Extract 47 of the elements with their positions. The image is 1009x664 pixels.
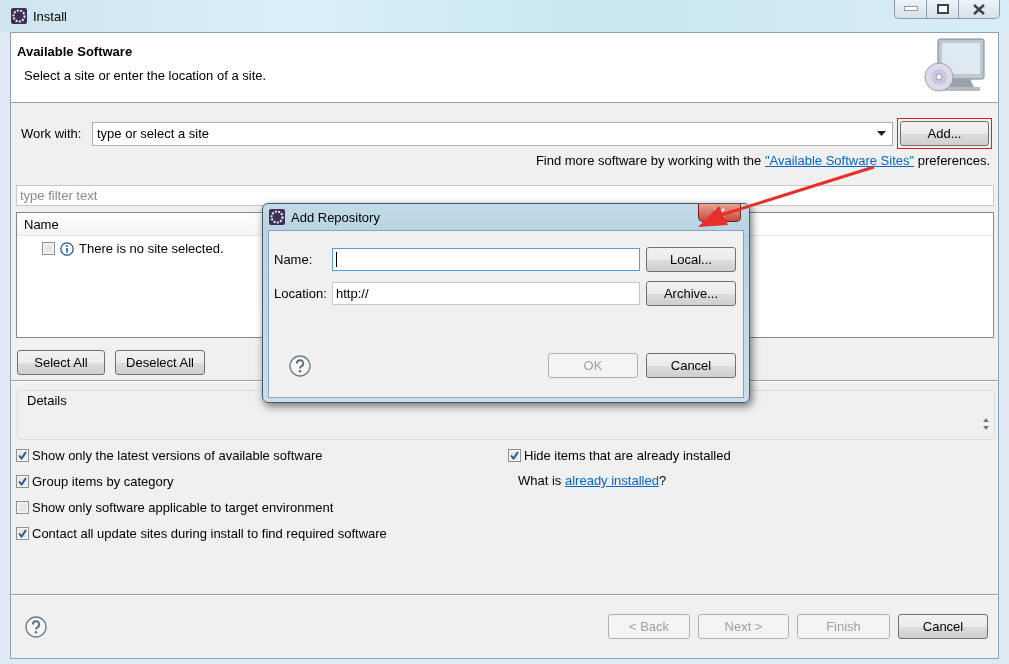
installed-note: What is already installed? — [517, 473, 668, 488]
maximize-button[interactable] — [926, 0, 958, 19]
option-label: Group items by category — [32, 473, 174, 489]
checkbox[interactable] — [508, 448, 521, 462]
site-combo[interactable]: type or select a site — [92, 121, 893, 146]
select-all-button[interactable]: Select All — [17, 350, 105, 375]
checkbox[interactable] — [16, 500, 29, 514]
work-with-label: Work with: — [21, 126, 83, 141]
checkbox[interactable] — [42, 242, 55, 255]
already-installed-link[interactable]: already installed — [564, 473, 659, 488]
help-icon[interactable] — [25, 615, 47, 638]
option-label: Hide items that are already installed — [524, 447, 731, 463]
text-field[interactable] — [332, 248, 640, 271]
details-title: Details — [25, 393, 69, 408]
more-software-text: Find more software by working with the "Available Software Sites" preferences. — [535, 153, 990, 168]
field-label: Location: — [274, 286, 328, 301]
text-field[interactable]: http:// — [332, 282, 640, 305]
minimize-icon — [903, 6, 918, 12]
add-button[interactable]: Add... — [900, 121, 989, 146]
window-title: Install — [33, 8, 67, 24]
dropdown-icon[interactable] — [877, 131, 886, 136]
field-label: Name: — [274, 252, 314, 267]
wizard-button[interactable]: Cancel — [898, 614, 988, 639]
page-title: Available Software — [17, 44, 134, 59]
close-button[interactable] — [958, 0, 1000, 19]
option-label: Contact all update sites during install to find required software — [32, 525, 387, 541]
filter-field[interactable]: type filter text — [16, 185, 994, 206]
browse-button[interactable]: Local... — [646, 247, 736, 272]
dialog-button[interactable]: Cancel — [646, 353, 736, 378]
browse-button[interactable]: Archive... — [646, 281, 736, 306]
checkbox[interactable] — [16, 474, 29, 488]
help-icon[interactable] — [289, 354, 311, 377]
maximize-icon — [936, 4, 949, 14]
option-label: Show only software applicable to target environment — [32, 499, 334, 515]
available-sites-link[interactable]: "Available Software Sites" — [764, 153, 915, 168]
page-description: Select a site or enter the location of a site. — [24, 68, 267, 83]
deselect-all-button[interactable]: Deselect All — [115, 350, 205, 375]
option-label: Show only the latest versions of available software — [32, 447, 323, 463]
tree-item-label: There is no site selected. — [79, 241, 224, 256]
checkbox[interactable] — [16, 448, 29, 462]
app-icon — [269, 209, 285, 225]
info-icon — [60, 241, 74, 256]
app-icon — [11, 8, 27, 24]
checkbox[interactable] — [16, 526, 29, 540]
monitor-disc-icon — [924, 37, 988, 95]
dialog-title: Add Repository — [291, 209, 380, 225]
scroll-arrows-icon[interactable] — [982, 417, 990, 431]
